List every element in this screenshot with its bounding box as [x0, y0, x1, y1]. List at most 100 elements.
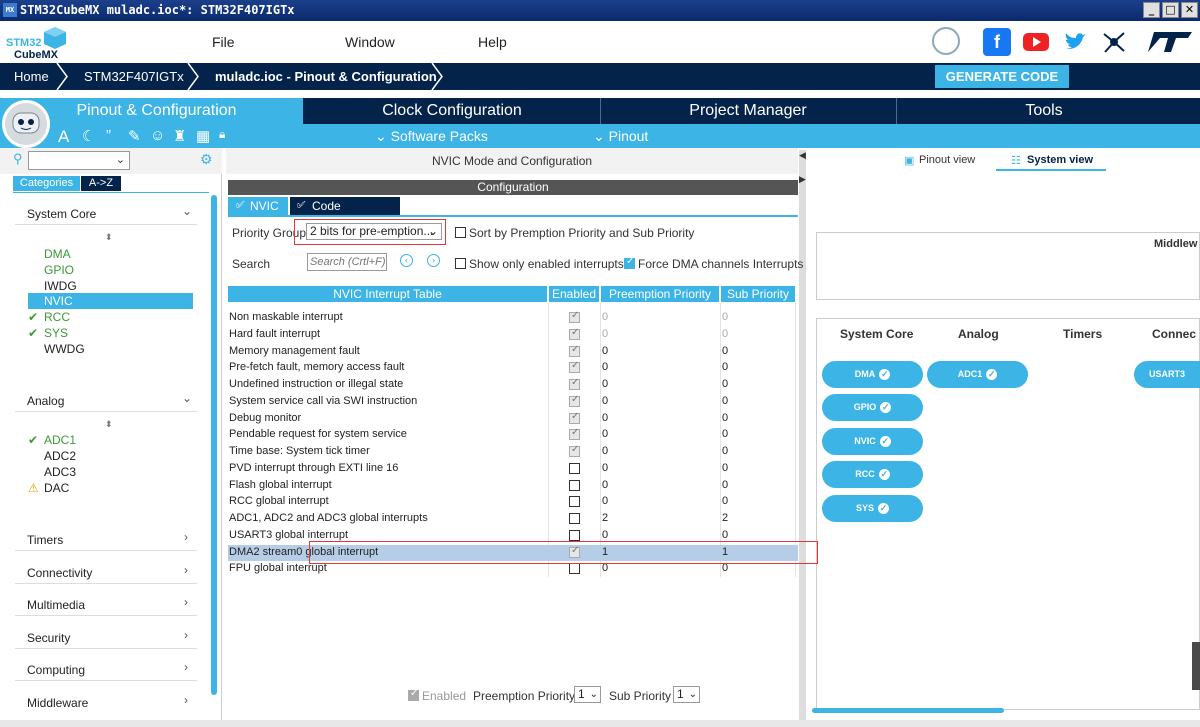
interrupt-sub-priority[interactable]: 0 [722, 361, 728, 373]
pill-dma[interactable]: DMA ✓ [822, 361, 923, 388]
pill-nvic[interactable]: NVIC ✓ [822, 428, 923, 455]
sort-icon[interactable]: ⬍ [105, 419, 113, 430]
table-row[interactable]: Pendable request for system service 0 0 [228, 427, 798, 443]
table-row[interactable]: Undefined instruction or illegal state 0 0 [228, 377, 798, 393]
gear-icon[interactable]: ⚙ [200, 151, 213, 168]
interrupt-preemption-priority[interactable]: 0 [602, 345, 608, 357]
tab-code-generation[interactable]: ✅︎ Code generation [290, 197, 400, 231]
chevron-down-icon[interactable]: ⌄ [182, 391, 192, 405]
interrupt-preemption-priority[interactable]: 0 [602, 361, 608, 373]
col-enabled[interactable]: Enabled [549, 286, 599, 302]
pill-gpio[interactable]: GPIO ✓ [822, 394, 923, 421]
menu-help[interactable]: Help [478, 34, 507, 50]
table-row[interactable]: PVD interrupt through EXTI line 16 0 0 [228, 461, 798, 477]
interrupt-enabled-checkbox[interactable] [569, 327, 580, 340]
peripheral-sys[interactable]: SYS [44, 326, 68, 340]
peripheral-adc3[interactable]: ADC3 [44, 465, 76, 479]
interrupt-enabled-checkbox[interactable] [569, 310, 580, 323]
pill-rcc[interactable]: RCC ✓ [822, 461, 923, 488]
interrupt-preemption-priority[interactable]: 0 [602, 479, 608, 491]
footer-preemption-select[interactable]: 1 ⌄ [574, 686, 601, 703]
quote-icon[interactable]: ” [106, 127, 111, 144]
interrupt-preemption-priority[interactable]: 0 [602, 395, 608, 407]
interrupt-enabled-checkbox[interactable] [569, 513, 580, 524]
col-sub-priority[interactable]: Sub Priority [721, 286, 795, 302]
expand-arrow-icon[interactable]: ▶ [799, 174, 806, 185]
table-row[interactable]: Pre-fetch fault, memory access fault 0 0 [228, 360, 798, 376]
table-row[interactable]: Time base: System tick timer 0 0 [228, 444, 798, 460]
interrupt-enabled-checkbox[interactable] [569, 496, 580, 507]
interrupt-sub-priority[interactable]: 0 [722, 462, 728, 474]
search-prev-icon[interactable]: ‹ [400, 254, 413, 267]
wrench-icon[interactable]: ✎ [128, 127, 141, 145]
peripheral-rcc[interactable]: RCC [44, 310, 70, 324]
shirt-icon[interactable]: ♜ [173, 127, 186, 145]
interrupt-sub-priority[interactable]: 0 [722, 328, 728, 340]
interrupt-sub-priority[interactable]: 0 [722, 495, 728, 507]
table-row[interactable]: RCC global interrupt 0 0 [228, 494, 798, 510]
search-next-icon[interactable]: › [427, 254, 440, 267]
pill-adc1[interactable]: ADC1 ✓ [927, 361, 1028, 388]
category-search-input[interactable]: ⌄ [28, 151, 130, 170]
interrupt-enabled-checkbox[interactable] [569, 463, 580, 474]
menu-window[interactable]: Window [345, 34, 395, 50]
interrupt-preemption-priority[interactable]: 0 [602, 495, 608, 507]
peripheral-adc2[interactable]: ADC2 [44, 449, 76, 463]
interrupt-enabled-checkbox[interactable] [569, 344, 580, 357]
chevron-right-icon[interactable]: › [184, 595, 188, 609]
close-button[interactable]: ✕ [1181, 2, 1198, 18]
category-analog[interactable]: Analog [27, 394, 64, 408]
maximize-button[interactable]: □ [1162, 2, 1179, 18]
interrupt-enabled-checkbox[interactable] [569, 427, 580, 440]
tab-project-manager[interactable]: Project Manager [601, 98, 895, 124]
chevron-down-icon[interactable]: ⌄ [182, 204, 192, 218]
tab-clock-configuration[interactable]: Clock Configuration [305, 98, 599, 124]
sort-icon[interactable]: ⬍ [105, 232, 113, 243]
grid-icon[interactable]: ▦ [196, 127, 210, 145]
chevron-right-icon[interactable]: › [184, 530, 188, 544]
zoom-gauge[interactable] [1192, 642, 1200, 690]
interrupt-enabled-checkbox[interactable] [569, 563, 580, 574]
interrupt-preemption-priority[interactable]: 0 [602, 462, 608, 474]
breadcrumb-project[interactable]: muladc.ioc - Pinout & Configuration [215, 69, 437, 84]
chevron-right-icon[interactable]: › [184, 563, 188, 577]
show-enabled-checkbox[interactable] [455, 258, 466, 269]
network-icon[interactable] [1100, 28, 1128, 56]
interrupt-sub-priority[interactable]: 0 [722, 345, 728, 357]
pill-usart3[interactable]: USART3 [1134, 361, 1200, 388]
moon-icon[interactable]: ☾ [82, 127, 95, 145]
interrupt-enabled-checkbox[interactable] [569, 377, 580, 390]
category-computing[interactable]: Computing [27, 663, 85, 677]
interrupt-sub-priority[interactable]: 0 [722, 311, 728, 323]
peripheral-iwdg[interactable]: IWDG [44, 279, 77, 293]
category-multimedia[interactable]: Multimedia [27, 598, 85, 612]
interrupt-preemption-priority[interactable]: 0 [602, 328, 608, 340]
category-timers[interactable]: Timers [27, 533, 63, 547]
tab-tools[interactable]: Tools [897, 98, 1191, 124]
lock-icon[interactable]: 🔒︎ [219, 127, 225, 142]
breadcrumb-device[interactable]: STM32F407IGTx [84, 69, 184, 84]
peripheral-adc1[interactable]: ADC1 [44, 433, 76, 447]
sort-checkbox[interactable] [455, 227, 466, 238]
chevron-right-icon[interactable]: › [184, 693, 188, 707]
tab-system-view[interactable]: System view [1027, 154, 1093, 166]
peripheral-dma[interactable]: DMA [44, 247, 71, 261]
left-scrollbar[interactable] [211, 195, 217, 695]
anniversary-badge-icon[interactable] [932, 27, 960, 55]
table-row[interactable]: System service call via SWI instruction 0… [228, 394, 798, 410]
tab-pinout-view[interactable]: Pinout view [919, 154, 975, 166]
facebook-icon[interactable]: f [983, 28, 1011, 56]
tab-categories[interactable]: Categories [13, 176, 80, 191]
font-icon[interactable]: A [58, 127, 69, 147]
peripheral-dac[interactable]: DAC [44, 481, 69, 495]
interrupt-sub-priority[interactable]: 0 [722, 428, 728, 440]
menu-file[interactable]: File [212, 34, 235, 50]
pill-sys[interactable]: SYS ✓ [822, 495, 923, 522]
category-security[interactable]: Security [27, 631, 70, 645]
avatar[interactable] [2, 100, 50, 148]
generate-code-button[interactable]: GENERATE CODE [935, 65, 1069, 88]
tab-nvic[interactable]: ✅︎ NVIC [228, 197, 288, 215]
interrupt-sub-priority[interactable]: 0 [722, 529, 728, 541]
interrupt-sub-priority[interactable]: 0 [722, 479, 728, 491]
smile-icon[interactable]: ☺ [150, 127, 165, 144]
